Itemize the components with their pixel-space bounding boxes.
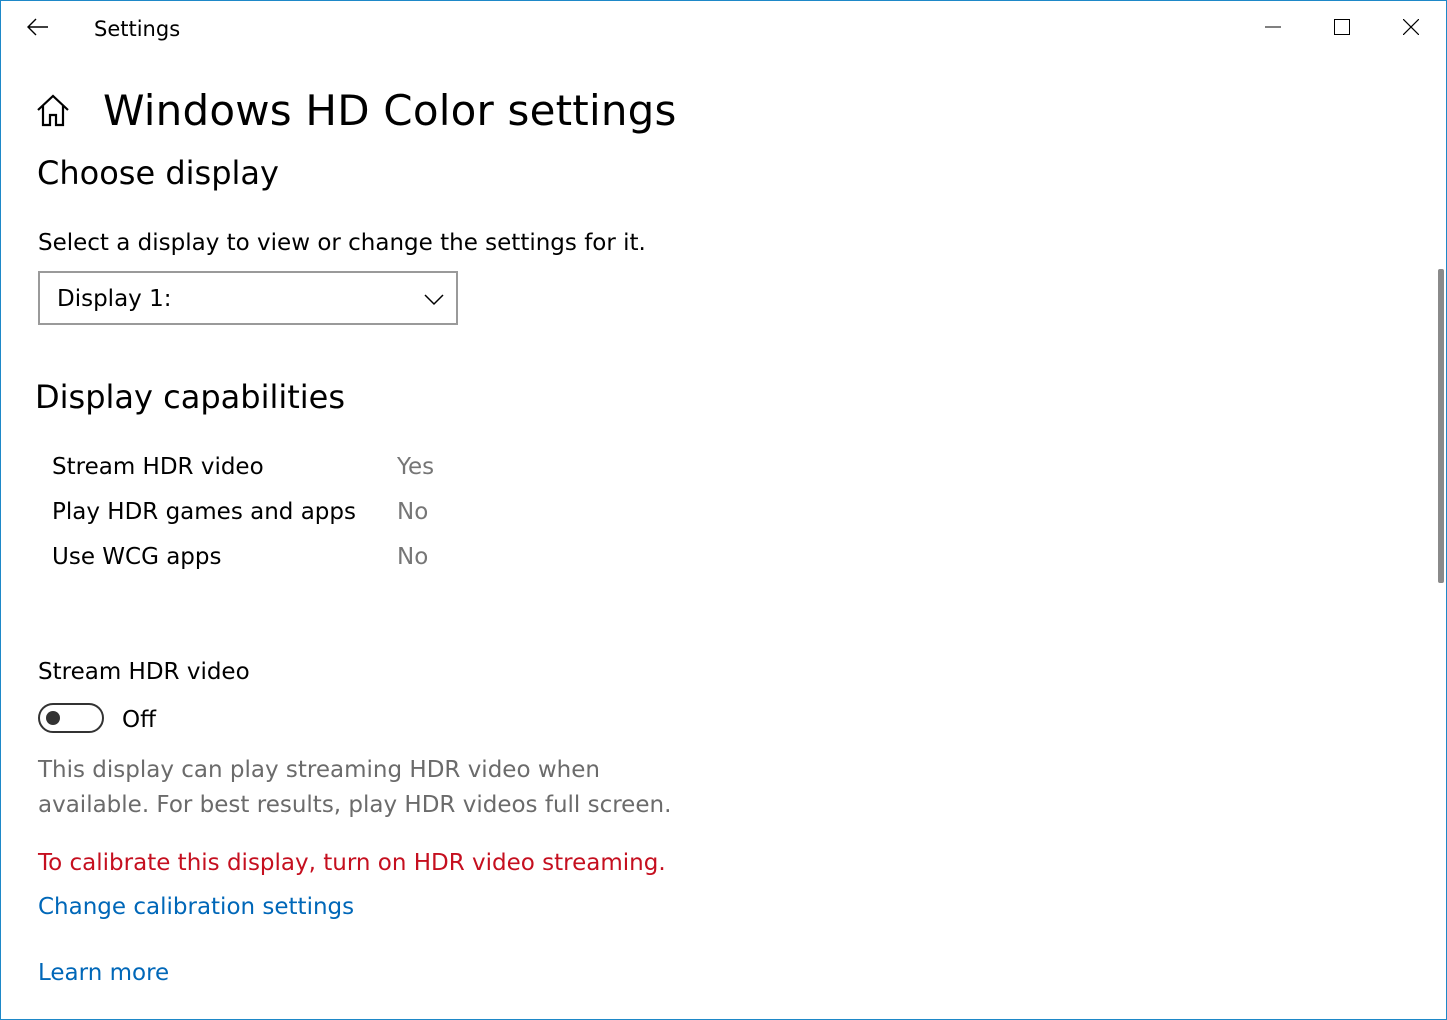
settings-window: Settings Windows HD Color settings Choos…	[0, 0, 1447, 1020]
capability-label: Use WCG apps	[52, 544, 222, 570]
learn-more-link[interactable]: Learn more	[38, 957, 169, 989]
title-bar: Settings	[1, 1, 1446, 57]
toggle-state-text: Off	[122, 707, 156, 733]
back-button[interactable]	[15, 9, 61, 45]
stream-hdr-toggle-label: Stream HDR video	[38, 659, 250, 685]
calibration-warning: To calibrate this display, turn on HDR v…	[38, 850, 666, 876]
display-select-value: Display 1:	[57, 286, 172, 312]
display-select[interactable]: Display 1:	[38, 271, 458, 325]
display-capabilities-heading: Display capabilities	[35, 378, 346, 416]
close-icon	[1403, 19, 1419, 35]
stream-hdr-description: This display can play streaming HDR vide…	[38, 757, 672, 818]
capability-row: Play HDR games and apps No	[52, 496, 472, 530]
capability-value: No	[397, 499, 429, 525]
minimize-button[interactable]	[1243, 5, 1303, 49]
capability-value: No	[397, 544, 429, 570]
page-title: Windows HD Color settings	[103, 86, 677, 135]
capability-row: Stream HDR video Yes	[52, 451, 472, 485]
choose-display-heading: Choose display	[37, 154, 279, 192]
toggle-knob	[46, 711, 60, 725]
change-calibration-link[interactable]: Change calibration settings	[38, 891, 354, 923]
close-button[interactable]	[1381, 5, 1441, 49]
home-icon[interactable]	[35, 93, 71, 129]
window-title: Settings	[94, 17, 181, 41]
capability-row: Use WCG apps No	[52, 541, 472, 575]
maximize-button[interactable]	[1312, 5, 1372, 49]
vertical-scrollbar[interactable]	[1438, 269, 1444, 583]
back-arrow-icon	[27, 18, 48, 36]
minimize-icon	[1265, 26, 1281, 28]
capability-label: Stream HDR video	[52, 454, 264, 480]
capability-label: Play HDR games and apps	[52, 499, 356, 525]
maximize-icon	[1334, 19, 1350, 35]
stream-hdr-toggle[interactable]	[38, 703, 104, 733]
choose-display-description: Select a display to view or change the s…	[38, 230, 646, 256]
capability-value: Yes	[397, 454, 435, 480]
chevron-down-icon	[424, 294, 444, 306]
